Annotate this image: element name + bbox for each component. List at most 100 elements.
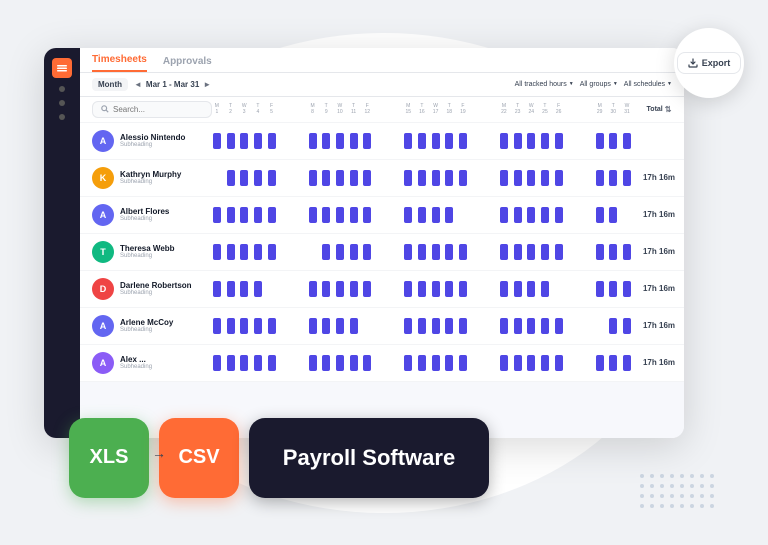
day-cell[interactable] bbox=[593, 271, 607, 307]
day-cell[interactable] bbox=[319, 197, 333, 233]
day-cell[interactable] bbox=[388, 234, 402, 270]
day-cell[interactable] bbox=[251, 160, 265, 196]
day-cell[interactable] bbox=[278, 123, 292, 159]
day-cell[interactable] bbox=[224, 308, 238, 344]
day-cell[interactable] bbox=[374, 197, 388, 233]
day-cell[interactable] bbox=[374, 271, 388, 307]
day-cell[interactable] bbox=[552, 197, 566, 233]
day-cell[interactable] bbox=[593, 234, 607, 270]
day-cell[interactable] bbox=[278, 308, 292, 344]
day-cell[interactable] bbox=[470, 197, 484, 233]
day-cell[interactable] bbox=[606, 197, 620, 233]
day-cell[interactable] bbox=[429, 160, 443, 196]
day-cell[interactable] bbox=[511, 234, 525, 270]
day-cell[interactable] bbox=[210, 123, 224, 159]
payroll-software-badge[interactable]: Payroll Software bbox=[249, 418, 489, 498]
day-cell[interactable] bbox=[524, 123, 538, 159]
day-cell[interactable] bbox=[470, 308, 484, 344]
day-cell[interactable] bbox=[278, 234, 292, 270]
day-cell[interactable] bbox=[319, 271, 333, 307]
day-cell[interactable] bbox=[593, 123, 607, 159]
day-cell[interactable] bbox=[470, 345, 484, 381]
day-cell[interactable] bbox=[579, 123, 593, 159]
day-cell[interactable] bbox=[401, 271, 415, 307]
day-cell[interactable] bbox=[333, 234, 347, 270]
csv-badge[interactable]: CSV bbox=[159, 418, 239, 498]
day-cell[interactable] bbox=[538, 234, 552, 270]
day-cell[interactable] bbox=[456, 345, 470, 381]
day-cell[interactable] bbox=[360, 345, 374, 381]
day-cell[interactable] bbox=[552, 271, 566, 307]
day-cell[interactable] bbox=[442, 123, 456, 159]
day-cell[interactable] bbox=[606, 345, 620, 381]
day-cell[interactable] bbox=[497, 123, 511, 159]
day-cell[interactable] bbox=[429, 123, 443, 159]
day-cell[interactable] bbox=[415, 197, 429, 233]
day-cell[interactable] bbox=[497, 197, 511, 233]
day-cell[interactable] bbox=[429, 308, 443, 344]
day-cell[interactable] bbox=[360, 308, 374, 344]
day-cell[interactable] bbox=[374, 123, 388, 159]
day-cell[interactable] bbox=[210, 197, 224, 233]
day-cell[interactable] bbox=[306, 345, 320, 381]
day-cell[interactable] bbox=[620, 160, 634, 196]
day-cell[interactable] bbox=[265, 308, 279, 344]
day-cell[interactable] bbox=[606, 308, 620, 344]
day-cell[interactable] bbox=[237, 271, 251, 307]
day-cell[interactable] bbox=[292, 197, 306, 233]
day-cell[interactable] bbox=[210, 345, 224, 381]
day-cell[interactable] bbox=[388, 197, 402, 233]
day-cell[interactable] bbox=[606, 123, 620, 159]
day-cell[interactable] bbox=[429, 197, 443, 233]
day-cell[interactable] bbox=[538, 123, 552, 159]
day-cell[interactable] bbox=[565, 197, 579, 233]
day-cell[interactable] bbox=[347, 308, 361, 344]
day-cell[interactable] bbox=[620, 234, 634, 270]
day-cell[interactable] bbox=[620, 308, 634, 344]
day-cell[interactable] bbox=[347, 234, 361, 270]
day-cell[interactable] bbox=[306, 271, 320, 307]
day-cell[interactable] bbox=[251, 308, 265, 344]
day-cell[interactable] bbox=[565, 271, 579, 307]
day-cell[interactable] bbox=[401, 345, 415, 381]
day-cell[interactable] bbox=[251, 123, 265, 159]
day-cell[interactable] bbox=[470, 123, 484, 159]
day-cell[interactable] bbox=[552, 234, 566, 270]
day-cell[interactable] bbox=[333, 271, 347, 307]
day-cell[interactable] bbox=[483, 271, 497, 307]
day-cell[interactable] bbox=[237, 123, 251, 159]
day-cell[interactable] bbox=[333, 160, 347, 196]
day-cell[interactable] bbox=[483, 123, 497, 159]
day-cell[interactable] bbox=[278, 271, 292, 307]
day-cell[interactable] bbox=[224, 271, 238, 307]
day-cell[interactable] bbox=[497, 271, 511, 307]
day-cell[interactable] bbox=[497, 160, 511, 196]
day-cell[interactable] bbox=[251, 197, 265, 233]
filter-groups[interactable]: All groups bbox=[580, 81, 618, 88]
day-cell[interactable] bbox=[565, 345, 579, 381]
day-cell[interactable] bbox=[347, 160, 361, 196]
day-cell[interactable] bbox=[620, 123, 634, 159]
day-cell[interactable] bbox=[224, 345, 238, 381]
filter-schedules[interactable]: All schedules bbox=[624, 81, 672, 88]
day-cell[interactable] bbox=[429, 271, 443, 307]
day-cell[interactable] bbox=[388, 271, 402, 307]
day-cell[interactable] bbox=[319, 160, 333, 196]
day-cell[interactable] bbox=[442, 160, 456, 196]
day-cell[interactable] bbox=[483, 197, 497, 233]
day-cell[interactable] bbox=[456, 197, 470, 233]
day-cell[interactable] bbox=[319, 345, 333, 381]
search-input[interactable] bbox=[113, 105, 203, 114]
day-cell[interactable] bbox=[456, 123, 470, 159]
day-cell[interactable] bbox=[292, 345, 306, 381]
day-cell[interactable] bbox=[538, 308, 552, 344]
day-cell[interactable] bbox=[347, 197, 361, 233]
day-cell[interactable] bbox=[347, 271, 361, 307]
day-cell[interactable] bbox=[292, 271, 306, 307]
filter-tracked[interactable]: All tracked hours bbox=[515, 81, 574, 88]
day-cell[interactable] bbox=[552, 160, 566, 196]
day-cell[interactable] bbox=[374, 160, 388, 196]
day-cell[interactable] bbox=[593, 197, 607, 233]
day-cell[interactable] bbox=[593, 160, 607, 196]
day-cell[interactable] bbox=[374, 234, 388, 270]
